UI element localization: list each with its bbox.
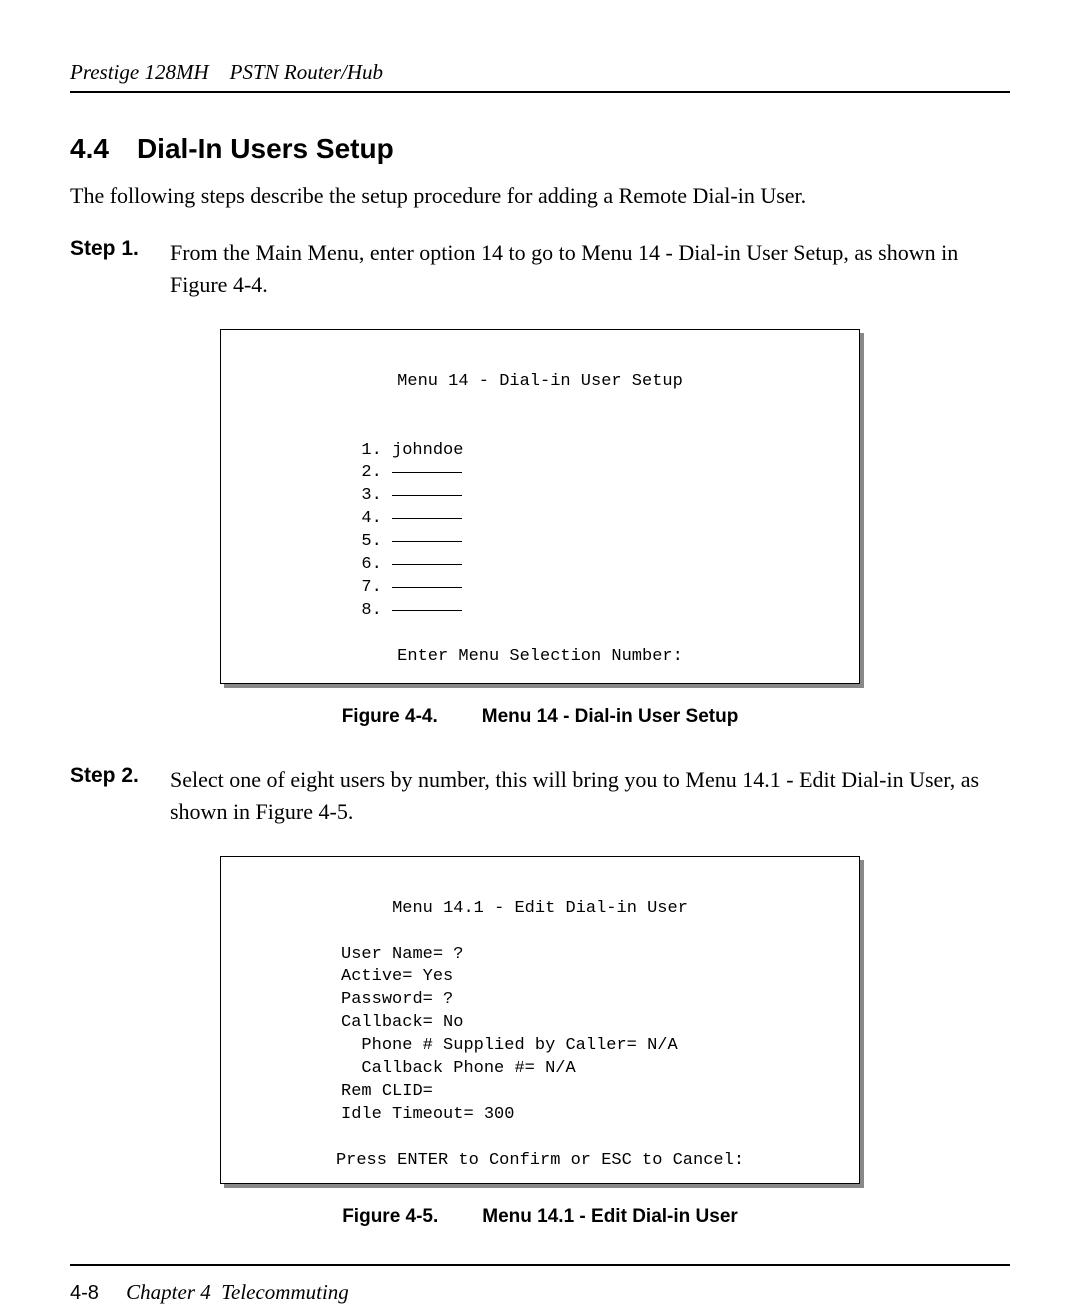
section-heading: 4.4 Dial-In Users Setup [70,133,1010,165]
user-6-blank [392,564,462,565]
field-active: Active= Yes [341,967,453,986]
user-1: johndoe [392,441,463,460]
step-1: Step 1. From the Main Menu, enter option… [70,237,1010,301]
field-rem-clid: Rem CLID= [341,1082,433,1101]
step-1-text: From the Main Menu, enter option 14 to g… [170,237,1010,301]
chapter-label: Chapter 4 [126,1280,211,1304]
figure-4-4-prompt: Enter Menu Selection Number: [239,646,841,669]
product-name: Prestige 128MH [70,60,209,84]
step-2-label: Step 2. [70,764,170,788]
figure-4-4-caption-label: Figure 4-4. [342,706,438,728]
step-2-text: Select one of eight users by number, thi… [170,764,1010,828]
figure-4-4-caption: Figure 4-4. Menu 14 - Dial-in User Setup [70,706,1010,728]
section-number: 4.4 [70,133,109,165]
figure-4-5-prompt: Press ENTER to Confirm or ESC to Cancel: [239,1150,841,1173]
figure-4-5-frame: Menu 14.1 - Edit Dial-in User User Name=… [220,856,860,1184]
figure-4-4-frame: Menu 14 - Dial-in User Setup 1. johndoe … [220,329,860,684]
step-1-label: Step 1. [70,237,170,261]
step-2: Step 2. Select one of eight users by num… [70,764,1010,828]
field-idle-timeout: Idle Timeout= 300 [341,1105,514,1124]
page-number: 4-8 [70,1282,99,1304]
user-8-blank [392,610,462,611]
section-title: Dial-In Users Setup [137,133,394,164]
figure-4-5-title: Menu 14.1 - Edit Dial-in User [239,898,841,921]
figure-4-5-caption-title: Menu 14.1 - Edit Dial-in User [482,1206,738,1227]
figure-4-4-user-list: 1. johndoe 2. 3. 4. 5. 6. 7. 8. [239,417,841,623]
product-subtitle: PSTN Router/Hub [230,60,383,84]
figure-4-5-caption-label: Figure 4-5. [342,1206,438,1228]
field-callback: Callback= No [341,1013,463,1032]
page-header: Prestige 128MH PSTN Router/Hub [70,60,1010,93]
figure-4-5-fields: User Name= ? Active= Yes Password= ? Cal… [239,921,841,1127]
user-4-blank [392,518,462,519]
page-footer: 4-8 Chapter 4 Telecommuting [70,1264,1010,1305]
user-7-blank [392,587,462,588]
field-callback-phone: Callback Phone #= N/A [341,1059,576,1078]
user-2-blank [392,472,462,473]
section-intro: The following steps describe the setup p… [70,183,1010,209]
chapter-title: Telecommuting [216,1280,349,1304]
figure-4-4-caption-title: Menu 14 - Dial-in User Setup [482,706,739,727]
figure-4-4-title: Menu 14 - Dial-in User Setup [239,371,841,394]
user-5-blank [392,541,462,542]
user-3-blank [392,495,462,496]
field-password: Password= ? [341,990,453,1009]
field-phone-supplied: Phone # Supplied by Caller= N/A [341,1036,678,1055]
field-user-name: User Name= ? [341,945,463,964]
figure-4-5-caption: Figure 4-5. Menu 14.1 - Edit Dial-in User [70,1206,1010,1228]
